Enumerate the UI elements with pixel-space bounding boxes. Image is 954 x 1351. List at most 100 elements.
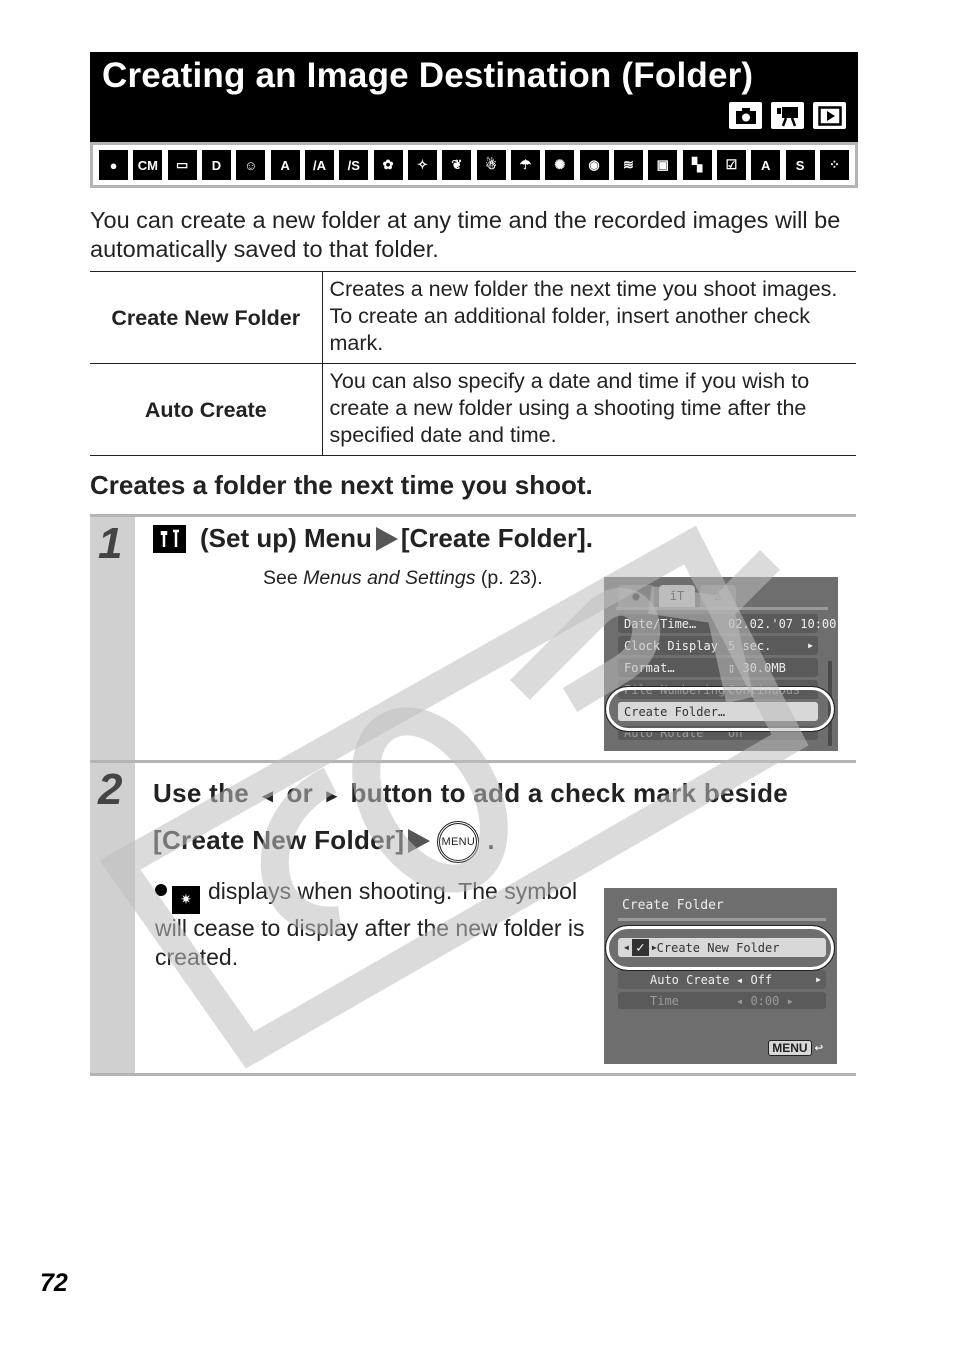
movie-compact-icon: ☑ <box>716 150 746 180</box>
arrow-right-icon <box>408 829 431 853</box>
step-number-column: 2 <box>90 763 135 1073</box>
step-2-title-end: . <box>487 825 495 855</box>
color-accent-icon: /A <box>304 150 334 180</box>
menu-row: Format… ▯ 30.0MB <box>618 658 818 677</box>
menu-row: Time ◂ 0:00 ▸ <box>618 992 826 1009</box>
option-name: Auto Create <box>90 363 323 456</box>
menu-row-value-wrap: ◂ 0:00 ▸ <box>736 993 794 1008</box>
step-1: 1 (Set up) Menu [Create Folder]. See Men… <box>90 514 856 761</box>
title-divider <box>618 918 826 921</box>
memory-card-icon: ▯ 30.0MB <box>728 660 786 675</box>
menu-row-label: Date/Time… <box>624 616 697 631</box>
kids-pets-icon: ✿ <box>373 150 403 180</box>
menu-row-label: Time <box>650 993 679 1008</box>
tab-divider <box>616 607 828 610</box>
setup-menu-icon <box>153 524 186 553</box>
step-2-title-part: Use the <box>153 778 250 808</box>
step-number: 2 <box>98 765 123 814</box>
menu-row: Auto Create ◂ Off ▶ <box>618 970 826 989</box>
section-heading: Creates a folder the next time you shoot… <box>90 470 593 500</box>
foliage-icon: ❦ <box>442 150 472 180</box>
page-title: Creating an Image Destination (Folder) <box>102 56 754 95</box>
menu-row-label: Auto Create <box>650 972 730 987</box>
menu-button-icon: MENU <box>437 821 480 864</box>
menu-tabs: ● ĭT ♙ <box>618 585 736 607</box>
my-camera-tab-icon: ♙ <box>700 585 736 607</box>
bullet-icon <box>155 884 167 896</box>
menu-row-value: 0:00 <box>750 993 780 1008</box>
arrow-right-icon: ▶ <box>808 641 813 650</box>
menu-row-value: 5 sec. <box>728 638 772 653</box>
option-description: Creates a new folder the next time you s… <box>329 277 838 355</box>
arrow-right-icon <box>375 526 398 551</box>
digital-macro-icon: D <box>201 150 231 180</box>
option-name: Create New Folder <box>90 271 323 364</box>
menu-row: Date/Time… 02.02.'07 10:00 <box>618 614 836 633</box>
highlight-ring <box>605 925 835 971</box>
step-1-reference: See Menus and Settings (p. 23). <box>263 567 543 590</box>
camera-screen-create-folder: Create Folder ◀ ✓ ▶ Create New Folder Au… <box>604 888 837 1064</box>
movie-color-swap-icon: S <box>785 150 815 180</box>
screen-title: Create Folder <box>622 898 724 913</box>
movie-standard-icon: ▣ <box>648 150 678 180</box>
camera-m-mode-icon: CM <box>133 150 163 180</box>
menu-row-value: Off <box>750 972 773 987</box>
arrow-right-icon: ▶ <box>816 975 821 984</box>
step-number: 1 <box>98 519 123 568</box>
page-number: 72 <box>40 1269 68 1297</box>
menu-row-value-wrap: ◂ Off <box>736 972 773 987</box>
indoor-party-icon: ✧ <box>407 150 437 180</box>
movie-color-accent-icon: A <box>751 150 781 180</box>
option-description: You can also specify a date and time if … <box>329 369 810 447</box>
setup-tab-icon: ĭT <box>659 585 695 607</box>
new-folder-indicator-icon: ✷ <box>172 885 200 914</box>
table-row: Auto Create You can also specify a date … <box>90 363 856 456</box>
step-2-title: Use the ◂ or ▸ button to add a check mar… <box>153 771 853 864</box>
movie-time-lapse-icon: ⁘ <box>819 150 849 180</box>
menu-row-value: 02.02.'07 10:00 <box>728 616 837 631</box>
menu-row-value: 30.0MB <box>742 660 786 675</box>
stitch-assist-icon: ▭ <box>167 150 197 180</box>
menu-button-label: MENU <box>768 1040 812 1056</box>
return-icon: ↩ <box>814 1040 823 1056</box>
right-button-icon: ▸ <box>326 785 337 807</box>
mode-icons <box>729 102 846 129</box>
snow-icon: ☃ <box>476 150 506 180</box>
reference-link[interactable]: Menus and Settings <box>303 567 475 589</box>
menu-return-hint: MENU ↩ <box>768 1040 823 1056</box>
table-row: Create New Folder Creates a new folder t… <box>90 271 856 364</box>
step-1-title-prefix: (Set up) Menu <box>200 523 372 553</box>
step-1-title: (Set up) Menu [Create Folder]. <box>153 523 593 554</box>
fireworks-icon: ✺ <box>545 150 575 180</box>
auto-mode-icon: ● <box>99 150 128 180</box>
menu-row-label: Format… <box>624 660 675 675</box>
playback-icon <box>813 102 846 129</box>
beach-icon: ☂ <box>510 150 540 180</box>
reference-prefix: See <box>263 567 304 589</box>
left-button-icon: ◂ <box>262 785 273 807</box>
camera-icon <box>729 102 762 129</box>
step-2: 2 Use the ◂ or ▸ button to add a check m… <box>90 760 856 1076</box>
bullet-text: displays when shooting. The symbol will … <box>155 878 585 970</box>
color-swap-icon: /S <box>339 150 369 180</box>
intro-paragraph: You can create a new folder at any time … <box>90 207 841 262</box>
rec-tab-icon: ● <box>618 585 654 607</box>
movie-fast-frame-icon: ▚ <box>682 150 712 180</box>
portrait-icon: ☺ <box>236 150 266 180</box>
shooting-modes-strip: ● CM ▭ D ☺ A /A /S ✿ ✧ ❦ ☃ ☂ ✺ ◉ ≋ ▣ ▚ ☑… <box>90 142 858 188</box>
highlight-ring <box>605 686 835 732</box>
step-2-title-part: or <box>286 778 314 808</box>
aquarium-icon: ◉ <box>579 150 609 180</box>
menu-row-label: Clock Display <box>624 638 718 653</box>
bullet-note: ✷ displays when shooting. The symbol will… <box>155 877 595 972</box>
camera-screen-setup-menu: ● ĭT ♙ Date/Time… 02.02.'07 10:00 Clock … <box>604 577 838 751</box>
step-1-title-suffix: [Create Folder]. <box>400 523 594 553</box>
night-snapshot-icon: A <box>270 150 300 180</box>
options-table: Create New Folder Creates a new folder t… <box>90 271 856 456</box>
title-bar: Creating an Image Destination (Folder) <box>90 52 858 142</box>
reference-page: (p. 23). <box>475 567 543 589</box>
movie-icon <box>771 102 804 129</box>
menu-row: Clock Display 5 sec. ▶ <box>618 636 818 655</box>
step-number-column: 1 <box>90 517 135 761</box>
underwater-icon: ≋ <box>613 150 643 180</box>
